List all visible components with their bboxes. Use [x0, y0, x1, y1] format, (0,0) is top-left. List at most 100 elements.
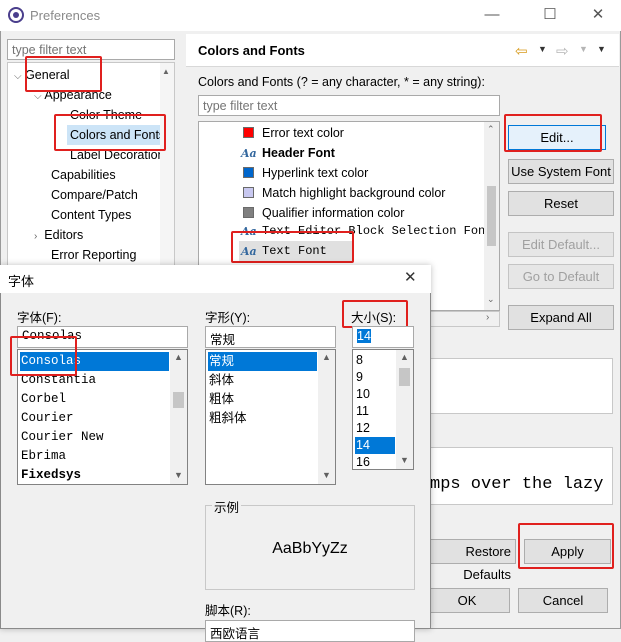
list-scrollbar[interactable]: ⌃ ⌄	[484, 122, 499, 310]
font-label: 字体(F):	[17, 311, 62, 325]
scroll-up-icon[interactable]: ▲	[318, 352, 335, 362]
font-name-input[interactable]: Consolas	[17, 326, 188, 348]
list-item[interactable]: 12	[355, 420, 395, 437]
edit-button[interactable]: Edit...	[508, 125, 606, 150]
forward-arrow-icon[interactable]: ⇨	[556, 42, 569, 60]
scroll-down-icon[interactable]: ▼	[170, 470, 187, 480]
list-item[interactable]: 粗体	[208, 390, 317, 409]
color-swatch	[243, 127, 254, 138]
scroll-thumb[interactable]	[399, 368, 410, 386]
tree-item-compare-patch[interactable]: Compare/Patch	[51, 185, 138, 205]
list-item[interactable]: 斜体	[208, 371, 317, 390]
scroll-up-icon[interactable]: ▲	[162, 67, 170, 76]
list-item[interactable]: Courier New	[20, 428, 169, 447]
list-item[interactable]: 16	[355, 454, 395, 469]
restore-defaults-button[interactable]: Restore Defaults	[420, 539, 516, 582]
color-swatch	[243, 187, 254, 198]
font-dialog-title: 字体	[8, 274, 35, 289]
scroll-up-icon[interactable]: ▲	[396, 352, 413, 362]
list-item[interactable]: Corbel	[20, 390, 169, 409]
style-list-scrollbar[interactable]: ▲ ▼	[318, 350, 335, 484]
size-label: 大小(S):	[351, 311, 397, 325]
chevron-down-icon[interactable]: ▼	[579, 44, 588, 54]
tree-item-capabilities[interactable]: Capabilities	[51, 165, 116, 185]
style-label: 字形(Y):	[205, 311, 251, 325]
scroll-down-icon[interactable]: ⌄	[487, 294, 495, 305]
list-item[interactable]: 9	[355, 369, 395, 386]
font-style-input[interactable]: 常规	[205, 326, 336, 348]
filter-input[interactable]	[7, 39, 175, 60]
go-to-default-button[interactable]: Go to Default	[508, 264, 614, 289]
font-size-value: 14	[357, 329, 371, 343]
size-list[interactable]: ▲ ▼ 8 9 10 11 12 14 16	[352, 349, 414, 470]
scroll-thumb[interactable]	[487, 186, 496, 246]
list-item[interactable]: 10	[355, 386, 395, 403]
chevron-down-icon: ⌵	[14, 71, 22, 82]
list-item[interactable]: Consolas	[20, 352, 169, 371]
list-item[interactable]: Courier	[20, 409, 169, 428]
tree-item-content-types[interactable]: Content Types	[51, 205, 131, 225]
list-item[interactable]: 11	[355, 403, 395, 420]
use-system-font-button[interactable]: Use System Font	[508, 159, 614, 184]
back-arrow-icon[interactable]: ⇦	[515, 42, 528, 60]
list-item[interactable]: Ebrima	[20, 447, 169, 466]
font-dialog-title-bar	[0, 265, 431, 293]
scroll-down-icon[interactable]: ▼	[396, 455, 413, 465]
tree-item-label: General	[25, 68, 70, 82]
ok-button[interactable]: OK	[424, 588, 510, 613]
list-item[interactable]: 8	[355, 352, 395, 369]
list-item[interactable]: 常规	[208, 352, 317, 371]
chevron-down-icon[interactable]: ▼	[538, 44, 547, 54]
list-item-selected[interactable]: Text Font	[262, 241, 327, 261]
tree-item-colors-and-fonts[interactable]: Colors and Fonts	[67, 125, 169, 145]
tree-item-editors[interactable]: › Editors	[34, 225, 83, 245]
list-item[interactable]: Constantia	[20, 371, 169, 390]
scroll-up-icon[interactable]: ▲	[170, 352, 187, 362]
tree-item-color-theme[interactable]: Color Theme	[70, 105, 142, 125]
cancel-button[interactable]: Cancel	[518, 588, 608, 613]
preview-text: mps over the lazy d	[430, 475, 613, 494]
colors-filter-input[interactable]	[198, 95, 500, 116]
chevron-right-icon: ›	[34, 231, 38, 242]
dialog-close-icon[interactable]: ✕	[404, 268, 417, 286]
page-description: Colors and Fonts (? = any character, * =…	[198, 75, 485, 89]
tree-item-general[interactable]: ⌵ General	[14, 65, 70, 85]
list-item[interactable]: Match highlight background color	[262, 183, 445, 203]
edit-default-button[interactable]: Edit Default...	[508, 232, 614, 257]
list-item[interactable]: Error text color	[262, 123, 344, 143]
tree-item-error-reporting[interactable]: Error Reporting	[51, 245, 136, 265]
font-size-input[interactable]: 14	[352, 326, 414, 348]
scroll-thumb[interactable]	[173, 392, 184, 408]
list-item[interactable]: 粗斜体	[208, 409, 317, 428]
scroll-up-icon[interactable]: ⌃	[487, 124, 495, 135]
maximize-icon[interactable]: ☐	[536, 4, 564, 26]
list-item[interactable]: Text Editor Block Selection Font	[262, 221, 492, 241]
tree-item-label: Editors	[44, 228, 84, 242]
font-list[interactable]: ▲ ▼ Consolas Constantia Corbel Courier Couri…	[17, 349, 188, 485]
style-list[interactable]: ▲ ▼ 常规 斜体 粗体 粗斜体	[205, 349, 336, 485]
script-select[interactable]: 西欧语言	[205, 620, 415, 642]
list-item[interactable]: Header Font	[262, 143, 335, 163]
reset-button[interactable]: Reset	[508, 191, 614, 216]
window-title: Preferences	[30, 8, 101, 23]
font-list-scrollbar[interactable]: ▲ ▼	[170, 350, 187, 484]
script-label: 脚本(R):	[205, 604, 251, 618]
font-icon: Aa	[241, 225, 257, 238]
size-list-scrollbar[interactable]: ▲ ▼	[396, 350, 413, 469]
minimize-icon[interactable]: —	[478, 4, 506, 26]
list-item[interactable]: Qualifier information color	[262, 203, 404, 223]
list-item[interactable]: 14	[355, 437, 395, 454]
font-icon: Aa	[241, 147, 257, 160]
view-menu-icon[interactable]: ▼	[597, 44, 606, 54]
scroll-right-icon[interactable]: ›	[486, 312, 489, 323]
expand-all-button[interactable]: Expand All	[508, 305, 614, 330]
tree-scrollbar[interactable]: ▲	[160, 63, 174, 266]
apply-button[interactable]: Apply	[524, 539, 611, 564]
sample-text: AaBbYyZz	[272, 540, 348, 557]
scroll-down-icon[interactable]: ▼	[318, 470, 335, 480]
tree-item-label-decorations[interactable]: Label Decorations	[70, 145, 171, 165]
close-icon[interactable]: ✕	[584, 4, 612, 26]
tree-item-appearance[interactable]: ⌵ Appearance	[34, 85, 112, 105]
list-item[interactable]: Fixedsys	[20, 466, 169, 484]
list-item[interactable]: Hyperlink text color	[262, 163, 368, 183]
